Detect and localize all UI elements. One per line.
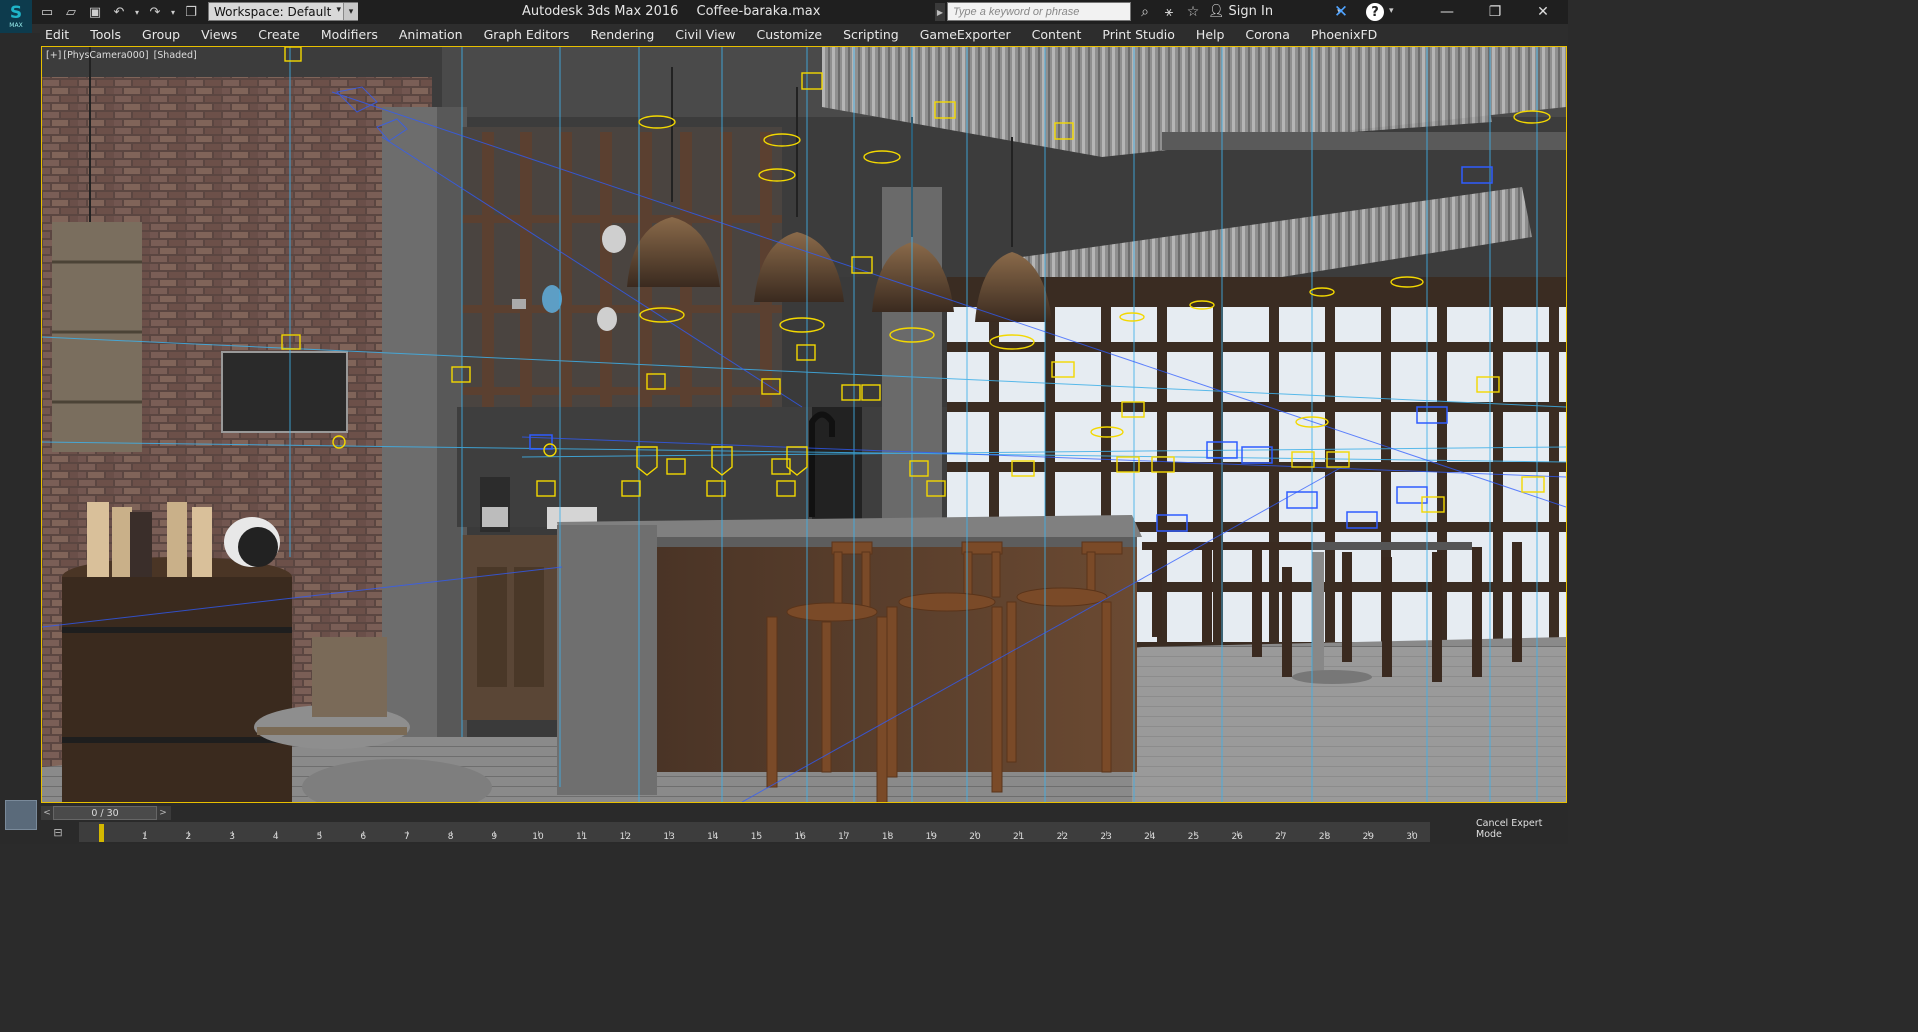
- time-slider-thumb[interactable]: 0 / 30: [53, 806, 157, 820]
- undo-icon[interactable]: ↶: [108, 2, 130, 22]
- menu-tools[interactable]: Tools: [77, 27, 129, 42]
- ruler-tick-label: 8: [447, 832, 454, 842]
- close-icon[interactable]: ✕: [1520, 0, 1566, 24]
- ruler-tick-label: 20: [969, 832, 981, 842]
- redo-dropdown-icon[interactable]: ▾: [168, 2, 178, 22]
- window-title: Autodesk 3ds Max 2016 Coffee-baraka.max: [522, 4, 834, 19]
- favorites-star-icon[interactable]: ☆: [1182, 2, 1204, 22]
- binoculars-icon[interactable]: ⌕: [1134, 2, 1156, 22]
- ruler-tick-label: 21: [1012, 832, 1025, 842]
- menu-content[interactable]: Content: [1019, 27, 1090, 42]
- ruler-tick-label: 27: [1275, 832, 1287, 842]
- cancel-expert-mode-button[interactable]: Cancel Expert Mode: [1476, 818, 1568, 840]
- search-input[interactable]: [947, 2, 1131, 21]
- sign-in-label: Sign In: [1228, 4, 1274, 19]
- ruler-tick-label: 28: [1318, 832, 1331, 842]
- menu-help[interactable]: Help: [1183, 27, 1233, 42]
- menu-corona[interactable]: Corona: [1232, 27, 1297, 42]
- ruler-tick-label: 18: [881, 832, 894, 842]
- search-expand-icon[interactable]: ▶: [935, 3, 945, 21]
- workspace-selector[interactable]: Workspace: Default ▾ ▾: [208, 2, 358, 21]
- maxscript-mini-listener[interactable]: [5, 800, 37, 830]
- ruler-tick-label: 19: [925, 832, 938, 842]
- ruler-tick-label: 7: [404, 832, 410, 842]
- ruler-tick-label: 17: [838, 832, 850, 842]
- ruler-tick-label: 14: [707, 832, 719, 842]
- current-frame-marker[interactable]: [99, 824, 104, 842]
- viewport-shading-label[interactable]: [Shaded]: [154, 50, 197, 61]
- ruler-tick-label: 6: [360, 832, 367, 842]
- ruler-tick-label: 3: [229, 832, 235, 842]
- perspective-viewport[interactable]: [+] [PhysCamera000] [Shaded]: [41, 46, 1567, 803]
- ruler-tick-label: 2: [185, 832, 192, 842]
- ruler-tick-label: 10: [532, 832, 544, 842]
- app-title: Autodesk 3ds Max 2016: [522, 4, 679, 19]
- subscription-icon[interactable]: ⚹: [1158, 2, 1180, 22]
- undo-dropdown-icon[interactable]: ▾: [132, 2, 142, 22]
- workspace-menu-icon[interactable]: ▾: [343, 3, 358, 20]
- ruler-tick-label: 26: [1231, 832, 1243, 842]
- menu-civil-view[interactable]: Civil View: [662, 27, 743, 42]
- menu-create[interactable]: Create: [245, 27, 308, 42]
- ruler-tick-label: 9: [491, 832, 498, 842]
- menu-phoenixfd[interactable]: PhoenixFD: [1298, 27, 1385, 42]
- next-frame-icon[interactable]: >: [157, 806, 169, 820]
- user-icon: 👤︎: [1208, 4, 1225, 19]
- file-name: Coffee-baraka.max: [696, 4, 821, 19]
- menu-print-studio[interactable]: Print Studio: [1089, 27, 1183, 42]
- main-menu-bar: Edit Tools Group Views Create Modifiers Animat…: [32, 24, 1568, 45]
- ruler-tick-label: 13: [663, 832, 675, 842]
- track-bar-toggle-icon[interactable]: ⊟: [44, 824, 72, 840]
- infocenter-icons: ⌕ ⚹ ☆: [1134, 2, 1204, 22]
- menu-gameexporter[interactable]: GameExporter: [907, 27, 1019, 42]
- viewport-menu-label[interactable]: [+]: [46, 50, 61, 61]
- menu-customize[interactable]: Customize: [743, 27, 830, 42]
- ruler-tick-label: 25: [1187, 832, 1200, 842]
- left-toolbar-strip: ▶: [0, 33, 40, 819]
- viewport-scene: [42, 47, 1566, 802]
- ruler-tick-label: 22: [1056, 832, 1069, 842]
- workspace-label: Workspace: Default: [214, 4, 332, 19]
- track-bar-ruler[interactable]: 1 2 3 4 5 6 7 8 9 10 11 12 13 14 15 16 17 18 19 20 21 22 23 24 2…: [79, 822, 1430, 842]
- sign-in-button[interactable]: 👤︎ Sign In ▾: [1208, 4, 1342, 19]
- ruler-tick-label: 24: [1144, 832, 1156, 842]
- chevron-down-icon: ▾: [336, 5, 341, 15]
- ruler-tick-label: 5: [316, 832, 323, 842]
- exchange-apps-icon[interactable]: ✕: [1330, 2, 1352, 22]
- ruler-tick-label: 30: [1406, 832, 1418, 842]
- ruler-tick-label: 15: [750, 832, 763, 842]
- help-icon[interactable]: ?: [1366, 3, 1384, 21]
- menu-modifiers[interactable]: Modifiers: [308, 27, 386, 42]
- save-icon[interactable]: ▣: [84, 2, 106, 22]
- menu-group[interactable]: Group: [129, 27, 188, 42]
- ruler-tick-label: 23: [1100, 832, 1112, 842]
- menu-graph-editors[interactable]: Graph Editors: [471, 27, 578, 42]
- menu-animation[interactable]: Animation: [386, 27, 471, 42]
- viewport-camera-label[interactable]: [PhysCamera000]: [63, 50, 148, 61]
- app-menu-button[interactable]: S MAX: [0, 0, 32, 33]
- ruler-tick-label: 4: [272, 832, 279, 842]
- previous-frame-icon[interactable]: <: [41, 806, 53, 820]
- menu-views[interactable]: Views: [188, 27, 245, 42]
- time-slider[interactable]: < 0 / 30 >: [41, 806, 171, 820]
- app-logo-text: MAX: [9, 21, 23, 29]
- help-dropdown-icon[interactable]: ▾: [1389, 6, 1394, 16]
- viewport-label[interactable]: [+] [PhysCamera000] [Shaded]: [46, 50, 199, 61]
- ruler-tick-label: 29: [1362, 832, 1375, 842]
- ruler-tick-label: 12: [619, 832, 632, 842]
- quick-access-toolbar: ▭ ▱ ▣ ↶ ▾ ↷ ▾ ❐: [36, 2, 202, 22]
- restore-icon[interactable]: ❐: [1472, 0, 1518, 24]
- new-file-icon[interactable]: ▭: [36, 2, 58, 22]
- title-bar: S MAX ▭ ▱ ▣ ↶ ▾ ↷ ▾ ❐ Workspace: Default…: [0, 0, 1568, 33]
- ruler-tick-label: 1: [141, 832, 148, 842]
- open-folder-icon[interactable]: ▱: [60, 2, 82, 22]
- ruler-tick-label: 16: [794, 832, 806, 842]
- ruler-tick-label: 11: [575, 832, 588, 842]
- 3dsmax-logo-icon: S: [9, 2, 23, 23]
- minimize-icon[interactable]: —: [1424, 0, 1470, 24]
- menu-scripting[interactable]: Scripting: [830, 27, 907, 42]
- menu-rendering[interactable]: Rendering: [577, 27, 662, 42]
- project-folder-icon[interactable]: ❐: [180, 2, 202, 22]
- redo-icon[interactable]: ↷: [144, 2, 166, 22]
